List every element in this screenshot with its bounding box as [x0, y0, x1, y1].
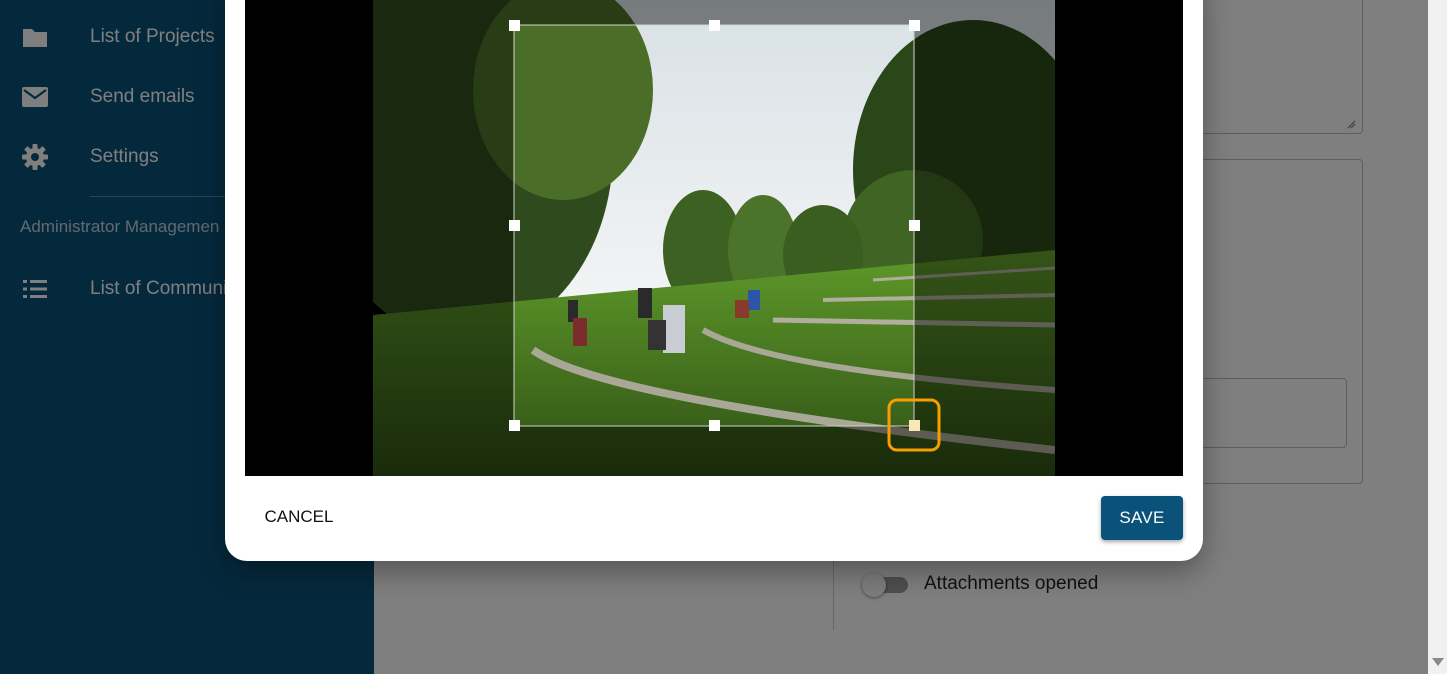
page-scrollbar[interactable]: [1428, 0, 1447, 674]
image-crop-area[interactable]: [245, 0, 1183, 476]
save-button[interactable]: SAVE: [1101, 496, 1183, 540]
cancel-button[interactable]: CANCEL: [253, 497, 345, 537]
photo-icon: [373, 0, 1055, 476]
app-window: List of Projects Send emails: [0, 0, 1447, 674]
scroll-down-arrow-icon[interactable]: [1432, 658, 1444, 666]
